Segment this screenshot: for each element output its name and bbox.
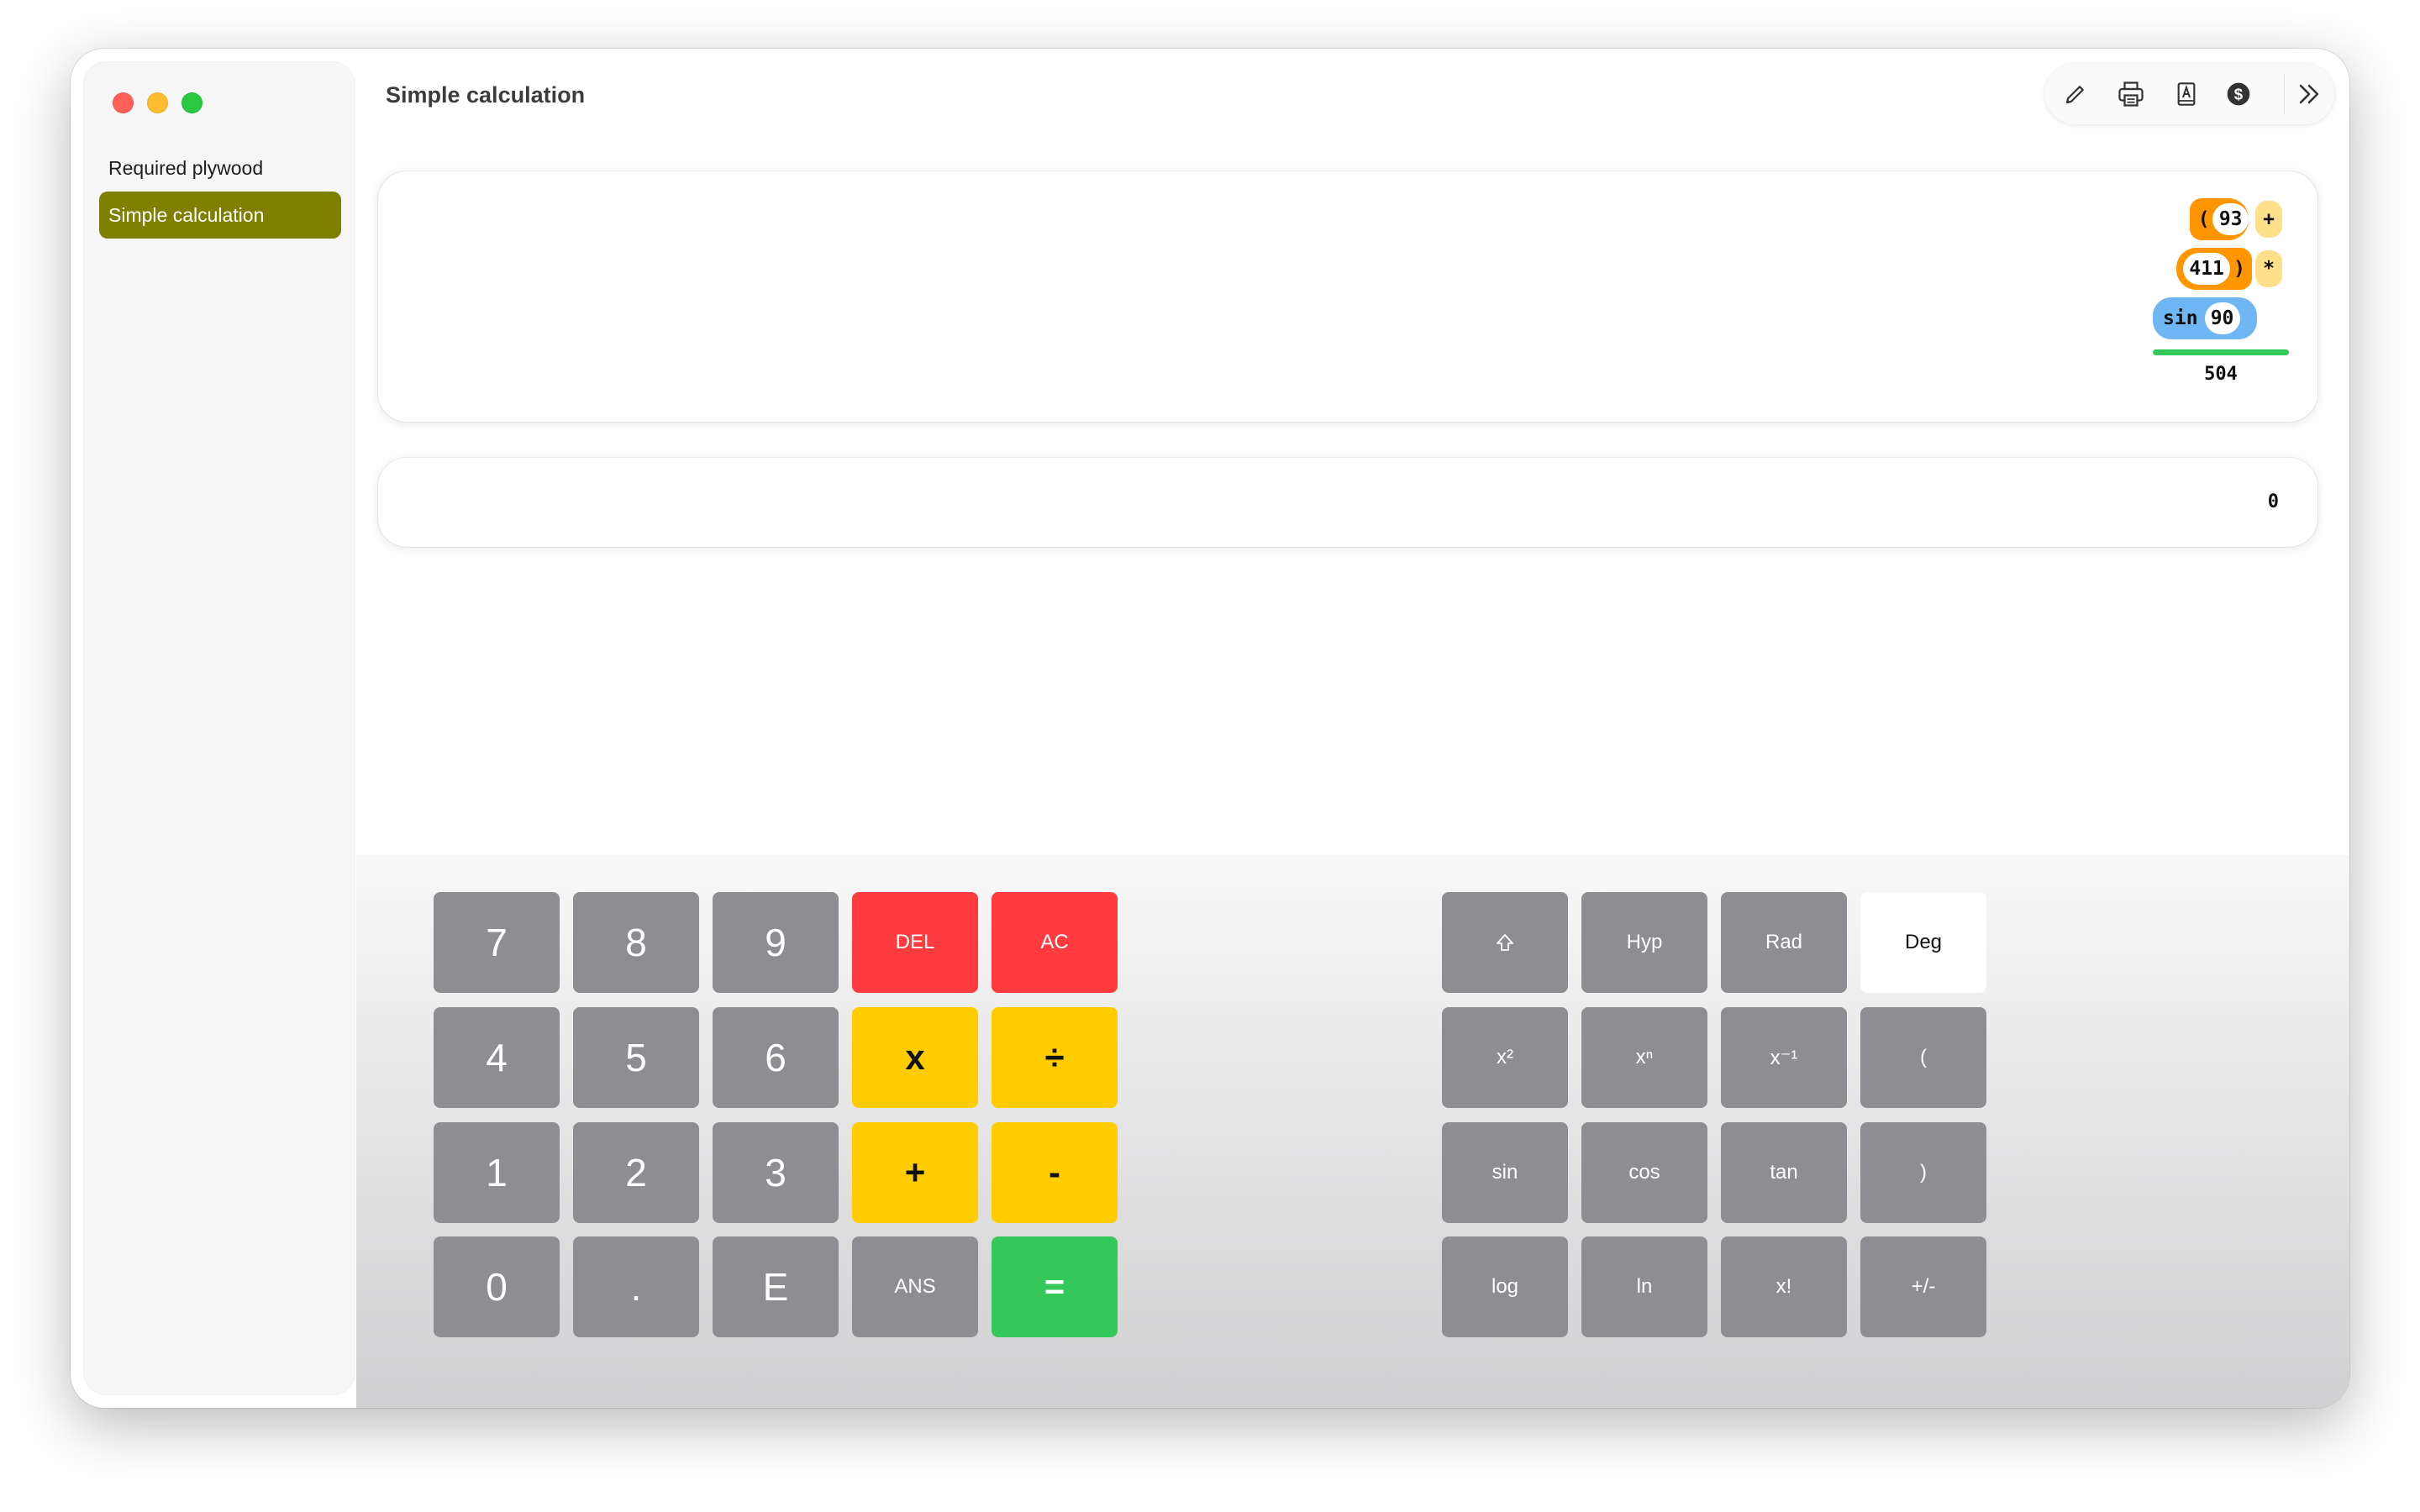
number-token: 93 (2212, 203, 2249, 235)
key-9[interactable]: 9 (713, 892, 839, 993)
minus-button[interactable]: - (992, 1122, 1118, 1223)
key-0[interactable]: 0 (434, 1236, 560, 1337)
cos-button[interactable]: cos (1581, 1122, 1707, 1223)
sidebar: Required plywood Simple calculation (84, 62, 355, 1394)
operator-token: * (2255, 250, 2282, 287)
svg-text:$: $ (2234, 86, 2244, 103)
log-button[interactable]: log (1442, 1236, 1568, 1337)
expand-toolbar-button[interactable] (2284, 64, 2334, 124)
answer-button[interactable]: ANS (852, 1236, 978, 1337)
hyperbolic-button[interactable]: Hyp (1581, 892, 1707, 993)
open-paren: ( (2197, 208, 2210, 230)
calculator-display: 0 (378, 458, 2317, 547)
function-name: sin (2163, 307, 2198, 329)
factorial-button[interactable]: x! (1721, 1236, 1847, 1337)
key-6[interactable]: 6 (713, 1007, 839, 1108)
paren-block-open[interactable]: ( 93 (2190, 198, 2249, 240)
pencil-icon (2065, 86, 2084, 104)
dictionary-button[interactable] (2161, 64, 2212, 124)
shift-arrow-icon (1497, 934, 1513, 951)
equals-button[interactable]: = (992, 1236, 1118, 1337)
exponent-button[interactable]: E (713, 1236, 839, 1337)
app-window: Required plywood Simple calculation Simp… (71, 49, 2349, 1408)
paren-block-close[interactable]: 411 ) (2176, 248, 2252, 290)
calculation-history (378, 171, 2317, 422)
dollar-coin-icon: $ (2227, 82, 2250, 106)
shift-button[interactable] (1442, 892, 1568, 993)
display-value: 0 (2267, 491, 2279, 512)
reciprocal-button[interactable]: x⁻¹ (1721, 1007, 1847, 1108)
key-1[interactable]: 1 (434, 1122, 560, 1223)
result-divider (2153, 349, 2289, 355)
decimal-point-button[interactable]: . (573, 1236, 699, 1337)
currency-button[interactable]: $ (2213, 64, 2264, 124)
ln-button[interactable]: ln (1581, 1236, 1707, 1337)
key-2[interactable]: 2 (573, 1122, 699, 1223)
page-title: Simple calculation (386, 82, 586, 108)
multiply-button[interactable]: x (852, 1007, 978, 1108)
key-3[interactable]: 3 (713, 1122, 839, 1223)
minimize-window-button[interactable] (147, 92, 168, 113)
square-button[interactable]: x² (1442, 1007, 1568, 1108)
operator-token: + (2255, 201, 2282, 238)
key-4[interactable]: 4 (434, 1007, 560, 1108)
delete-button[interactable]: DEL (852, 892, 978, 993)
printer-icon (2118, 81, 2144, 107)
open-paren-button[interactable]: ( (1860, 1007, 1986, 1108)
sidebar-item-simple-calculation[interactable]: Simple calculation (99, 192, 341, 239)
negate-button[interactable]: +/- (1860, 1236, 1986, 1337)
history-result: 504 (2204, 364, 2238, 385)
sidebar-item-label: Required plywood (108, 157, 264, 179)
plus-button[interactable]: + (852, 1122, 978, 1223)
divide-button[interactable]: ÷ (992, 1007, 1118, 1108)
close-paren: ) (2233, 258, 2245, 280)
sidebar-item-label: Simple calculation (108, 204, 265, 226)
chevron-double-right-icon (2299, 84, 2319, 104)
sin-button[interactable]: sin (1442, 1122, 1568, 1223)
number-token: 411 (2183, 253, 2231, 285)
number-token: 90 (2204, 302, 2240, 334)
print-button[interactable] (2106, 64, 2156, 124)
degrees-button[interactable]: Deg (1860, 892, 1986, 993)
function-block-sin[interactable]: sin 90 (2153, 297, 2257, 339)
radians-button[interactable]: Rad (1721, 892, 1847, 993)
all-clear-button[interactable]: AC (992, 892, 1118, 993)
key-7[interactable]: 7 (434, 892, 560, 993)
edit-button[interactable] (2050, 64, 2101, 124)
key-8[interactable]: 8 (573, 892, 699, 993)
sidebar-item-required-plywood[interactable]: Required plywood (99, 144, 341, 192)
close-window-button[interactable] (113, 92, 134, 113)
close-paren-button[interactable]: ) (1860, 1122, 1986, 1223)
tan-button[interactable]: tan (1721, 1122, 1847, 1223)
key-5[interactable]: 5 (573, 1007, 699, 1108)
zoom-window-button[interactable] (182, 92, 203, 113)
toolbar: $ (2045, 64, 2334, 124)
power-button[interactable]: xⁿ (1581, 1007, 1707, 1108)
book-icon (2177, 82, 2196, 106)
